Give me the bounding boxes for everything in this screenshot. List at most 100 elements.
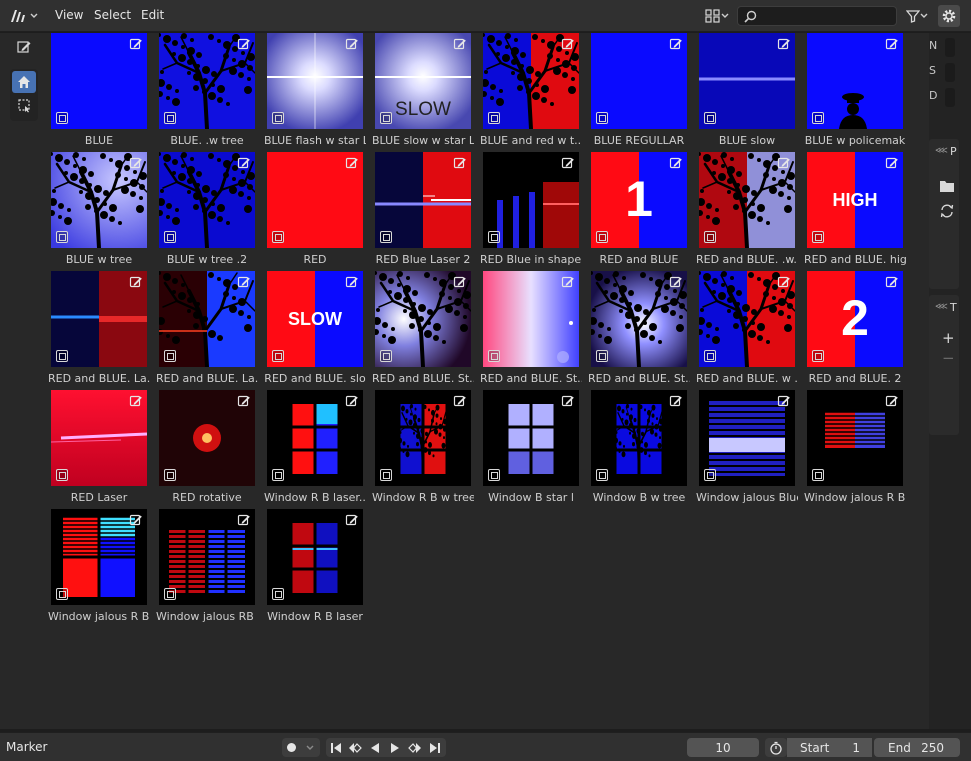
asset-thumbnail[interactable] <box>267 390 363 486</box>
asset-thumbnail[interactable] <box>591 33 687 129</box>
add-icon[interactable]: + <box>942 329 955 347</box>
remove-icon[interactable]: − <box>942 349 955 367</box>
edit-asset-icon[interactable] <box>777 37 791 51</box>
asset-tile[interactable]: HIGH RED and BLUE. high <box>804 152 912 271</box>
asset-select-checkbox[interactable] <box>272 469 284 481</box>
edit-asset-icon[interactable] <box>561 394 575 408</box>
play-reverse-button[interactable] <box>366 739 384 757</box>
edit-asset-icon[interactable] <box>453 156 467 170</box>
asset-tile[interactable]: BLUE REGULLAR <box>588 33 696 152</box>
asset-thumbnail[interactable] <box>807 390 903 486</box>
edit-asset-icon[interactable] <box>669 275 683 289</box>
asset-select-checkbox[interactable] <box>704 231 716 243</box>
refresh-icon[interactable] <box>939 203 955 219</box>
asset-select-checkbox[interactable] <box>56 469 68 481</box>
sidebar-slot-d[interactable] <box>945 88 955 107</box>
asset-thumbnail[interactable] <box>267 509 363 605</box>
edit-asset-icon[interactable] <box>345 156 359 170</box>
edit-asset-icon[interactable] <box>777 156 791 170</box>
asset-tile[interactable]: Window R B w tree <box>372 390 480 509</box>
asset-thumbnail[interactable] <box>51 152 147 248</box>
editor-type-button[interactable] <box>9 5 42 27</box>
edit-asset-icon[interactable] <box>669 394 683 408</box>
asset-select-checkbox[interactable] <box>380 350 392 362</box>
display-mode-button[interactable] <box>702 5 732 27</box>
asset-tile[interactable]: Window jalous R B... <box>48 509 156 628</box>
asset-select-checkbox[interactable] <box>812 350 824 362</box>
edit-asset-icon[interactable] <box>237 513 251 527</box>
edit-asset-icon[interactable] <box>129 275 143 289</box>
edit-asset-icon[interactable] <box>345 275 359 289</box>
asset-tile[interactable]: RED Laser <box>48 390 156 509</box>
edit-asset-icon[interactable] <box>561 156 575 170</box>
asset-select-checkbox[interactable] <box>596 231 608 243</box>
asset-thumbnail[interactable]: SLOW <box>375 33 471 129</box>
edit-asset-icon[interactable] <box>885 37 899 51</box>
asset-tile[interactable]: Window jalous Blue <box>696 390 804 509</box>
keyframe-mode-button[interactable] <box>282 738 320 757</box>
edit-asset-icon[interactable] <box>129 37 143 51</box>
asset-select-checkbox[interactable] <box>164 231 176 243</box>
edit-asset-icon[interactable] <box>453 275 467 289</box>
asset-thumbnail[interactable] <box>699 390 795 486</box>
asset-select-checkbox[interactable] <box>272 350 284 362</box>
asset-tile[interactable]: BLUE w tree <box>48 152 156 271</box>
asset-tile[interactable]: RED and BLUE. La... <box>156 271 264 390</box>
edit-asset-icon[interactable] <box>561 37 575 51</box>
asset-tile[interactable]: Window B star l <box>480 390 588 509</box>
asset-tile[interactable]: Window R B laser <box>264 509 372 628</box>
asset-tile[interactable]: Window R B laser... <box>264 390 372 509</box>
asset-thumbnail[interactable] <box>483 33 579 129</box>
edit-asset-icon[interactable] <box>885 394 899 408</box>
asset-thumbnail[interactable] <box>807 33 903 129</box>
asset-thumbnail[interactable] <box>51 509 147 605</box>
asset-tile[interactable]: RED rotative <box>156 390 264 509</box>
asset-select-checkbox[interactable] <box>596 469 608 481</box>
asset-select-checkbox[interactable] <box>596 112 608 124</box>
asset-tile[interactable]: BLUE <box>48 33 156 152</box>
asset-select-checkbox[interactable] <box>704 350 716 362</box>
asset-thumbnail[interactable]: 1 <box>591 152 687 248</box>
asset-tile[interactable]: Window B w tree <box>588 390 696 509</box>
asset-tile[interactable]: SLOW RED and BLUE. slo <box>264 271 372 390</box>
sidebar-slot-s[interactable] <box>945 63 955 82</box>
asset-select-checkbox[interactable] <box>488 231 500 243</box>
edit-asset-icon[interactable] <box>885 275 899 289</box>
asset-thumbnail[interactable] <box>483 271 579 367</box>
play-button[interactable] <box>386 739 404 757</box>
current-frame-field[interactable]: 10 <box>687 738 759 757</box>
asset-tile[interactable]: RED and BLUE. .w... <box>696 152 804 271</box>
filter-button[interactable] <box>902 5 932 27</box>
asset-select-checkbox[interactable] <box>56 112 68 124</box>
asset-tile[interactable]: RED Blue in shape... <box>480 152 588 271</box>
edit-asset-icon[interactable] <box>129 394 143 408</box>
asset-thumbnail[interactable] <box>699 271 795 367</box>
end-frame-field[interactable]: End 250 <box>874 738 960 757</box>
asset-tile[interactable]: BLUE. .w tree <box>156 33 264 152</box>
asset-tile[interactable]: BLUE w policemak <box>804 33 912 152</box>
edit-asset-icon[interactable] <box>237 275 251 289</box>
asset-select-checkbox[interactable] <box>380 231 392 243</box>
asset-thumbnail[interactable]: SLOW <box>267 271 363 367</box>
box-select-tool-button[interactable] <box>12 94 36 116</box>
search-field[interactable] <box>737 6 897 26</box>
asset-tile[interactable]: BLUE slow <box>696 33 804 152</box>
edit-asset-icon[interactable] <box>345 37 359 51</box>
asset-thumbnail[interactable] <box>159 271 255 367</box>
asset-select-checkbox[interactable] <box>380 112 392 124</box>
asset-select-checkbox[interactable] <box>272 231 284 243</box>
asset-tile[interactable]: RED and BLUE. St... <box>588 271 696 390</box>
asset-thumbnail[interactable] <box>591 390 687 486</box>
edit-asset-icon[interactable] <box>345 513 359 527</box>
preview-range-button[interactable] <box>765 738 787 757</box>
edit-asset-icon[interactable] <box>129 513 143 527</box>
menu-edit[interactable]: Edit <box>141 8 164 22</box>
edit-asset-icon[interactable] <box>453 37 467 51</box>
marker-menu[interactable]: Marker <box>6 740 47 754</box>
prev-keyframe-button[interactable] <box>346 739 364 757</box>
asset-thumbnail[interactable] <box>483 390 579 486</box>
asset-select-checkbox[interactable] <box>488 350 500 362</box>
asset-select-checkbox[interactable] <box>704 112 716 124</box>
asset-thumbnail[interactable]: 2 <box>807 271 903 367</box>
asset-select-checkbox[interactable] <box>488 112 500 124</box>
